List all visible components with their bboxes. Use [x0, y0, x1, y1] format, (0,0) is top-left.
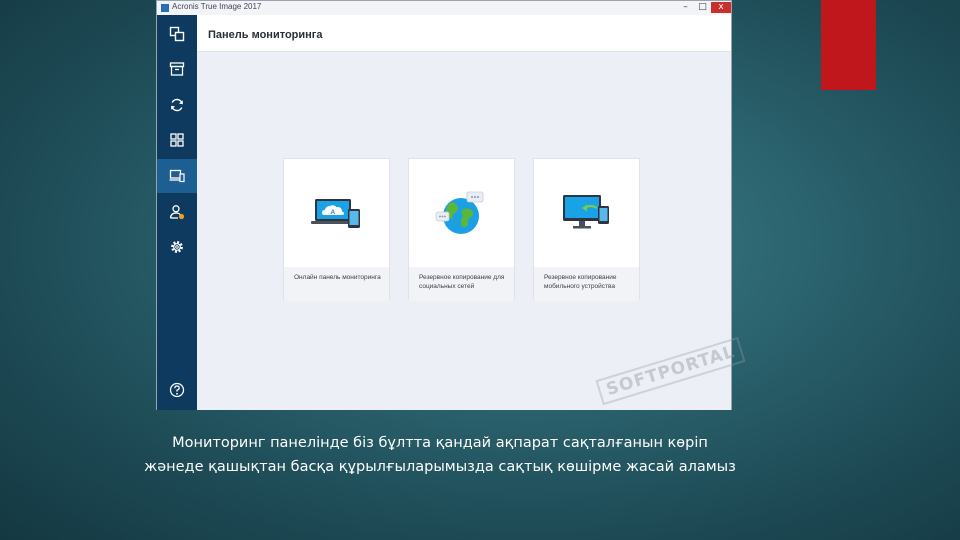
sidebar-item-dashboard[interactable] — [157, 159, 197, 193]
close-button[interactable]: x — [711, 2, 731, 13]
card-mobile-backup[interactable]: Резервное копирование мобильного устройс… — [533, 158, 640, 301]
page-header: Панель мониторинга — [197, 15, 731, 52]
caption-line-2: жәнеде қашықтан басқа құрылғыларымызда с… — [144, 459, 736, 475]
app-logo-icon — [161, 4, 169, 12]
sidebar — [157, 15, 197, 410]
card-label: Онлайн панель мониторинга — [294, 274, 381, 281]
page-title: Панель мониторинга — [208, 29, 323, 41]
sidebar-item-account[interactable] — [157, 195, 197, 229]
dashboard-devices-icon — [169, 169, 185, 183]
sidebar-item-settings[interactable] — [157, 230, 197, 264]
sidebar-item-help[interactable] — [157, 373, 197, 407]
account-icon — [169, 205, 185, 220]
card-label: Резервное копирование мобильного устройс… — [544, 274, 617, 290]
sync-icon — [171, 98, 183, 112]
caption-line-1: Мониторинг панелінде біз бұлтта қандай а… — [172, 435, 708, 451]
window-title: Acronis True Image 2017 — [172, 2, 262, 11]
sidebar-item-sync[interactable] — [157, 88, 197, 122]
minimize-button[interactable]: – — [677, 2, 694, 13]
title-bar: Acronis True Image 2017 – □ x — [157, 1, 731, 16]
globe-social-icon — [435, 191, 483, 234]
main-panel: Панель мониторинга A Онлайн панель монит… — [197, 15, 731, 410]
cloud-laptop-icon: A — [310, 199, 360, 228]
sidebar-item-archive[interactable] — [157, 52, 197, 86]
maximize-button[interactable]: □ — [694, 2, 711, 13]
monitor-mobile-icon — [562, 195, 609, 229]
red-accent-tab — [821, 0, 876, 90]
app-window: Acronis True Image 2017 – □ x Панель мон… — [156, 0, 732, 410]
archive-icon — [169, 62, 185, 76]
card-label: Резервное копирование для социальных сет… — [419, 274, 505, 290]
card-online-dashboard[interactable]: A Онлайн панель мониторинга — [283, 158, 390, 301]
slide-caption: Мониторинг панелінде біз бұлтта қандай а… — [60, 431, 820, 479]
sidebar-item-backup[interactable] — [157, 17, 197, 51]
sidebar-item-tools[interactable] — [157, 123, 197, 157]
settings-gear-icon — [171, 241, 183, 253]
svg-text:A: A — [330, 209, 335, 216]
tools-grid-icon — [170, 133, 184, 147]
help-icon — [169, 382, 185, 398]
copy-icon — [169, 26, 185, 42]
card-social-backup[interactable]: Резервное копирование для социальных сет… — [408, 158, 515, 301]
